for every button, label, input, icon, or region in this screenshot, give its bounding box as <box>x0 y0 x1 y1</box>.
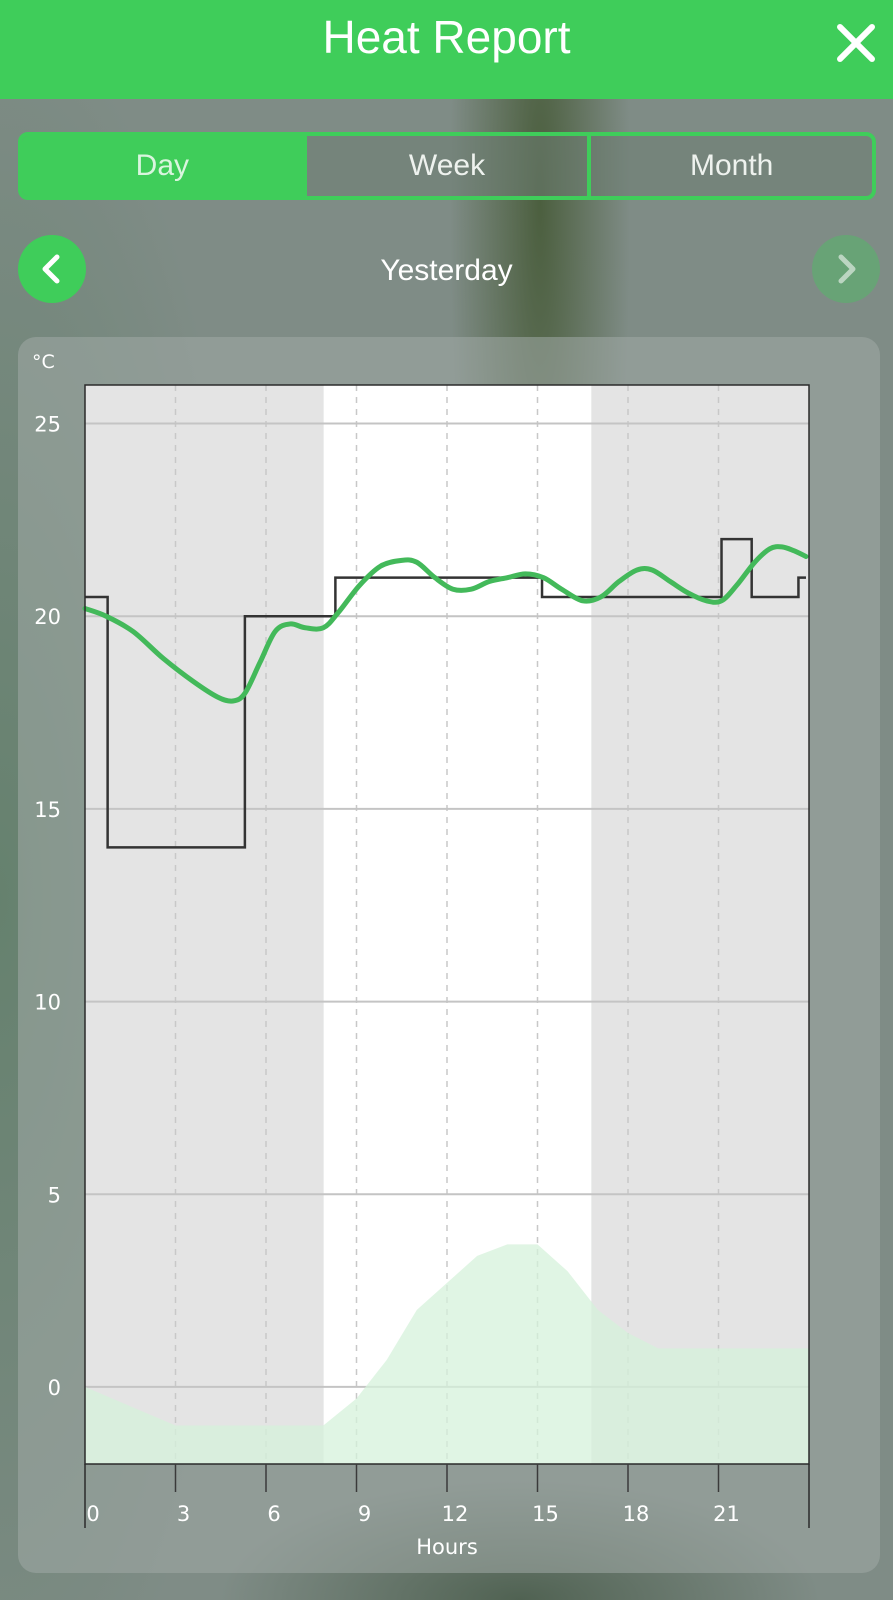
next-period-button[interactable] <box>812 235 880 303</box>
x-axis-label: Hours <box>416 1535 478 1559</box>
y-tick-label: 10 <box>34 991 61 1015</box>
night-band <box>85 385 324 1464</box>
x-tick-label: 3 <box>177 1502 190 1526</box>
y-tick-label: 20 <box>34 605 61 629</box>
x-tick-label: 12 <box>442 1502 469 1526</box>
period-segmented-control: Day Week Month <box>18 132 876 200</box>
x-tick-label: 9 <box>358 1502 371 1526</box>
x-tick-label: 6 <box>267 1502 280 1526</box>
y-tick-label: 5 <box>48 1183 61 1207</box>
tab-month[interactable]: Month <box>587 136 872 196</box>
heat-chart: 0 3 6 9 12 15 18 21 0 5 10 15 20 25 Hours <box>34 384 810 1559</box>
page-title: Heat Report <box>322 11 571 63</box>
app-header: Heat Report <box>0 0 893 99</box>
x-tick-label: 0 <box>86 1502 99 1526</box>
tab-week[interactable]: Week <box>302 136 588 196</box>
close-icon <box>837 24 875 62</box>
period-label: Yesterday <box>380 254 513 287</box>
chart-card: °C 0 3 6 9 12 15 18 21 0 5 10 15 20 25 Hours <box>18 337 880 1573</box>
x-tick-label: 21 <box>713 1502 740 1526</box>
chevron-right-icon <box>838 254 856 284</box>
x-tick-label: 15 <box>532 1502 559 1526</box>
y-tick-label: 15 <box>34 798 61 822</box>
chevron-left-icon <box>42 254 60 284</box>
y-tick-label: 25 <box>34 413 61 437</box>
previous-period-button[interactable] <box>18 235 86 303</box>
y-tick-label: 0 <box>48 1376 61 1400</box>
close-button[interactable] <box>833 20 879 66</box>
tab-day[interactable]: Day <box>22 136 303 196</box>
x-tick-label: 18 <box>623 1502 650 1526</box>
